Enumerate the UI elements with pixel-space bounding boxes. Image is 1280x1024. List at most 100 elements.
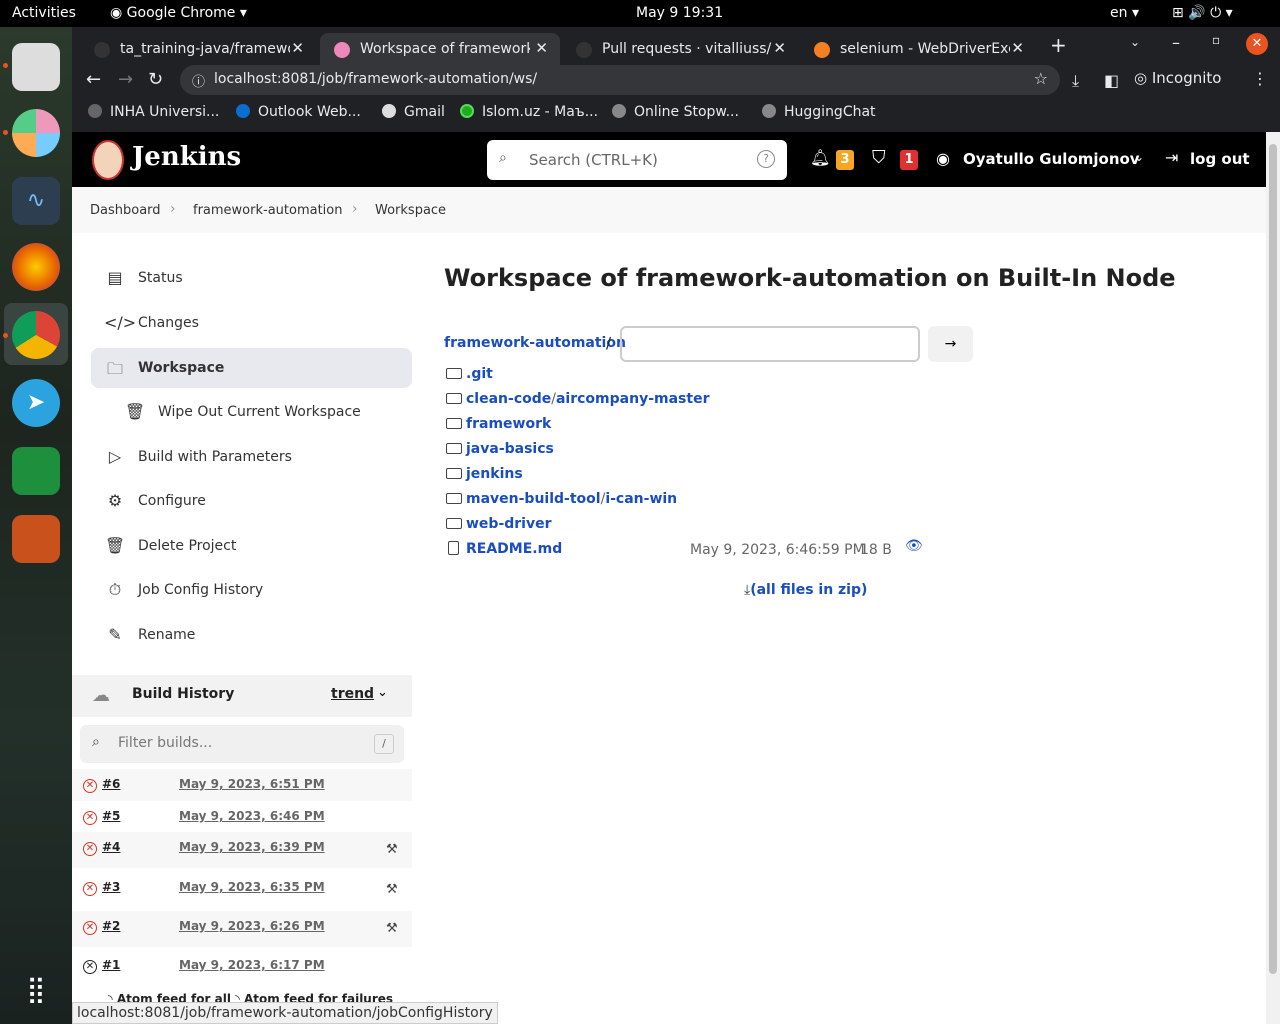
crumb-dashboard[interactable]: Dashboard bbox=[90, 203, 161, 218]
file-row: java-basics bbox=[446, 441, 554, 457]
menu-icon[interactable]: ⋮ bbox=[1252, 69, 1268, 88]
build-history-header: ☁ Build History trend ⌄ bbox=[72, 675, 412, 717]
file-row-readme: README.md bbox=[446, 541, 562, 557]
folder-link[interactable]: maven-build-tool bbox=[466, 491, 601, 507]
tab-list-icon[interactable]: ⌄ bbox=[1130, 35, 1140, 49]
build-date-link[interactable]: May 9, 2023, 6:46 PM bbox=[179, 809, 325, 823]
show-apps-icon[interactable]: ⣿ bbox=[12, 967, 60, 1015]
bookmark-stopwatch[interactable]: Online Stopw... bbox=[612, 104, 739, 120]
tab-github[interactable]: ta_training-java/framewo ✕ bbox=[80, 33, 316, 67]
build-number-link[interactable]: #4 bbox=[102, 840, 120, 854]
readme-size: 18 B bbox=[860, 542, 892, 558]
jenkins-brand[interactable]: Jenkins bbox=[132, 142, 241, 172]
folder-link[interactable]: framework bbox=[466, 416, 551, 432]
files-icon[interactable] bbox=[12, 43, 60, 91]
tab-pull-requests[interactable]: Pull requests · vitalliuss/g ✕ bbox=[562, 33, 798, 67]
address-bar[interactable]: ⓘ localhost:8081/job/framework-automatio… bbox=[180, 65, 1060, 95]
build-number-link[interactable]: #1 bbox=[102, 958, 120, 972]
build-date-link[interactable]: May 9, 2023, 6:26 PM bbox=[179, 919, 325, 933]
bookmark-huggingchat[interactable]: HuggingChat bbox=[762, 104, 876, 120]
logout-link[interactable]: log out bbox=[1190, 150, 1250, 168]
system-monitor-icon[interactable]: ∿ bbox=[12, 177, 60, 225]
build-date-link[interactable]: May 9, 2023, 6:51 PM bbox=[179, 777, 325, 791]
search-input[interactable]: Search (CTRL+K) bbox=[529, 151, 658, 169]
file-row: framework bbox=[446, 416, 551, 432]
build-number-link[interactable]: #3 bbox=[102, 880, 120, 894]
clock[interactable]: May 9 19:31 bbox=[636, 5, 723, 21]
system-tray-icons[interactable]: ⊞ 🔊 ⏻ ▾ bbox=[1172, 5, 1233, 21]
star-icon[interactable]: ☆ bbox=[1034, 69, 1048, 88]
bookmark-outlook[interactable]: Outlook Web... bbox=[236, 104, 361, 120]
page-title: Workspace of framework-automation on Bui… bbox=[444, 264, 1176, 292]
logout-icon: ⇥ bbox=[1165, 148, 1179, 167]
pencil-icon: ✎ bbox=[108, 625, 122, 644]
tab-stackoverflow[interactable]: selenium - WebDriverExce ✕ bbox=[800, 33, 1036, 67]
jenkins-logo-icon[interactable] bbox=[92, 140, 124, 180]
calc-icon[interactable] bbox=[12, 447, 60, 495]
folder-link[interactable]: jenkins bbox=[466, 466, 523, 482]
path-root-link[interactable]: framework-automation bbox=[444, 335, 626, 351]
build-date-link[interactable]: May 9, 2023, 6:39 PM bbox=[179, 840, 325, 854]
new-tab-icon[interactable]: + bbox=[1050, 33, 1067, 57]
download-icon[interactable]: ⤓ bbox=[1072, 71, 1079, 91]
go-button[interactable]: → bbox=[928, 326, 973, 362]
help-icon[interactable]: ? bbox=[757, 150, 775, 168]
firefox-icon[interactable] bbox=[12, 243, 60, 291]
bell-icon[interactable]: 🔔︎ bbox=[810, 148, 830, 167]
maximize-icon[interactable]: ▫ bbox=[1212, 33, 1220, 47]
readme-link[interactable]: README.md bbox=[466, 541, 562, 557]
minimize-icon[interactable]: – bbox=[1172, 33, 1180, 52]
crumb-job[interactable]: framework-automation bbox=[193, 203, 343, 218]
sidebar-item-workspace[interactable]: 🗀︎ Workspace bbox=[91, 348, 412, 388]
notification-badge[interactable]: 3 bbox=[836, 150, 854, 170]
search-box[interactable]: ⌕ Search (CTRL+K) ? bbox=[487, 140, 787, 180]
crumb-workspace[interactable]: Workspace bbox=[375, 203, 446, 218]
path-input[interactable] bbox=[620, 326, 920, 362]
bookmark-islom[interactable]: Islom.uz - Маъ... bbox=[460, 104, 598, 120]
sidepanel-icon[interactable]: ◧ bbox=[1104, 71, 1119, 90]
console-icon[interactable]: ⚒ bbox=[386, 842, 398, 857]
folder-link[interactable]: web-driver bbox=[466, 516, 552, 532]
build-date-link[interactable]: May 9, 2023, 6:35 PM bbox=[179, 880, 325, 894]
chevron-down-icon[interactable]: ⌄ bbox=[377, 685, 388, 700]
impress-icon[interactable] bbox=[12, 515, 60, 563]
folder-link[interactable]: .git bbox=[466, 366, 493, 382]
chevron-down-icon[interactable]: ⌄ bbox=[1134, 150, 1144, 164]
incognito-badge[interactable]: ◎ Incognito bbox=[1134, 69, 1221, 87]
build-date-link[interactable]: May 9, 2023, 6:17 PM bbox=[179, 958, 325, 972]
file-row: jenkins bbox=[446, 466, 523, 482]
build-number-link[interactable]: #2 bbox=[102, 919, 120, 933]
bookmark-gmail[interactable]: Gmail bbox=[382, 104, 445, 120]
security-badge[interactable]: 1 bbox=[900, 150, 918, 170]
shield-icon[interactable]: ⛉ bbox=[872, 147, 886, 168]
console-icon[interactable]: ⚒ bbox=[386, 882, 398, 897]
build-number-link[interactable]: #5 bbox=[102, 809, 120, 823]
build-number-link[interactable]: #6 bbox=[102, 777, 120, 791]
app-menu[interactable]: ◉ Google Chrome ▾ bbox=[110, 5, 247, 21]
folder-icon bbox=[446, 443, 462, 454]
page-scrollbar[interactable] bbox=[1266, 132, 1280, 1024]
user-menu[interactable]: Oyatullo Gulomjonov bbox=[963, 150, 1140, 168]
close-window-icon[interactable]: ✕ bbox=[1246, 33, 1268, 55]
close-icon: ✕ bbox=[291, 39, 304, 57]
subfolder-link[interactable]: i-can-win bbox=[605, 491, 677, 507]
console-icon[interactable]: ⚒ bbox=[386, 921, 398, 936]
chrome-icon[interactable] bbox=[12, 311, 60, 359]
folder-link[interactable]: clean-code bbox=[466, 391, 551, 407]
subfolder-link[interactable]: aircompany-master bbox=[556, 391, 710, 407]
zip-download[interactable]: ⤓(all files in zip) bbox=[744, 582, 867, 598]
forward-icon[interactable]: → bbox=[118, 69, 133, 90]
folder-link[interactable]: java-basics bbox=[466, 441, 554, 457]
telegram-icon[interactable]: ➤ bbox=[12, 379, 60, 427]
folder-icon bbox=[446, 493, 462, 504]
back-icon[interactable]: ← bbox=[86, 69, 101, 90]
pie-app-icon[interactable] bbox=[12, 109, 60, 157]
reload-icon[interactable]: ↻ bbox=[148, 69, 163, 90]
trend-link[interactable]: trend bbox=[331, 686, 374, 702]
activities-button[interactable]: Activities bbox=[12, 5, 76, 21]
bookmark-inha[interactable]: INHA Universi... bbox=[88, 104, 219, 120]
view-eye-icon[interactable]: 👁︎ bbox=[905, 538, 923, 554]
language-indicator[interactable]: en ▾ bbox=[1110, 5, 1139, 21]
tab-workspace[interactable]: Workspace of framework ✕ bbox=[320, 33, 560, 67]
filter-builds-input[interactable]: ⌕ Filter builds... / bbox=[80, 725, 404, 763]
